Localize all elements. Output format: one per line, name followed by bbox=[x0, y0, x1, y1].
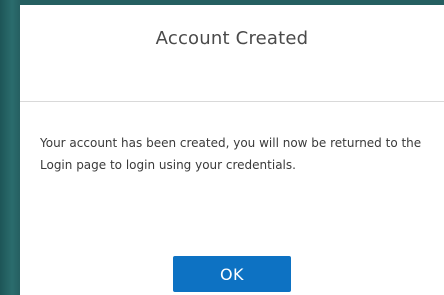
ok-button[interactable]: OK bbox=[173, 256, 291, 292]
dialog-title: Account Created bbox=[155, 28, 309, 49]
account-created-dialog: Account Created Your account has been cr… bbox=[20, 5, 444, 295]
dialog-header: Account Created bbox=[20, 5, 444, 102]
dialog-message: Your account has been created, you will … bbox=[40, 136, 422, 172]
dialog-footer: OK bbox=[20, 256, 444, 292]
dialog-body: Your account has been created, you will … bbox=[20, 102, 444, 252]
